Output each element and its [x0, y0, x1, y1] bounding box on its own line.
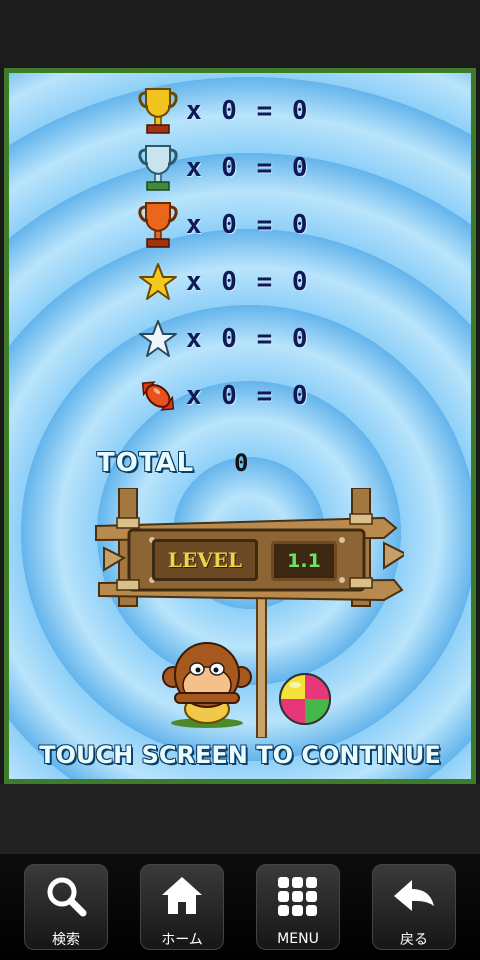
home-button-label: ホーム — [161, 932, 203, 948]
score-text: x 0 = 0 — [186, 153, 310, 183]
navigation-bar: 検索 ホーム MENU 戻る — [0, 854, 480, 960]
back-arrow-icon — [388, 871, 440, 921]
score-text: x 0 = 0 — [186, 96, 310, 126]
level-label: LEVEL — [152, 539, 258, 581]
menu-button[interactable]: MENU — [256, 864, 340, 950]
score-text: x 0 = 0 — [186, 267, 310, 297]
silver-trophy-icon — [134, 140, 182, 196]
score-row-silver-star: x 0 = 0 — [134, 311, 310, 367]
score-row-gold-star: x 0 = 0 — [134, 254, 310, 310]
grid-menu-icon — [272, 871, 324, 923]
candy-icon — [134, 368, 182, 424]
home-button[interactable]: ホーム — [140, 864, 224, 950]
gold-trophy-icon — [134, 83, 182, 139]
score-row-silver-trophy: x 0 = 0 — [134, 140, 310, 196]
back-button-label: 戻る — [400, 932, 428, 948]
monkey-character — [162, 642, 252, 728]
total-label: TOTAL — [97, 448, 195, 478]
score-row-gold-trophy: x 0 = 0 — [134, 83, 310, 139]
search-button[interactable]: 検索 — [24, 864, 108, 950]
score-row-candy: x 0 = 0 — [134, 368, 310, 424]
beach-ball-icon — [279, 673, 331, 725]
menu-button-label: MENU — [277, 931, 319, 947]
score-row-bronze-trophy: x 0 = 0 — [134, 197, 310, 253]
level-number: 1.1 — [271, 541, 337, 581]
game-screen[interactable]: x 0 = 0 x 0 = 0 x 0 = 0 x 0 = 0 x 0 = 0 … — [4, 68, 476, 784]
gold-star-icon — [134, 254, 182, 310]
total-value: 0 — [234, 449, 249, 477]
home-icon — [156, 871, 208, 921]
score-text: x 0 = 0 — [186, 381, 310, 411]
score-text: x 0 = 0 — [186, 324, 310, 354]
status-bar — [0, 0, 480, 68]
search-icon — [40, 871, 92, 921]
silver-star-icon — [134, 311, 182, 367]
bronze-trophy-icon — [134, 197, 182, 253]
score-text: x 0 = 0 — [186, 210, 310, 240]
back-button[interactable]: 戻る — [372, 864, 456, 950]
search-button-label: 検索 — [52, 932, 80, 948]
touch-to-continue-prompt[interactable]: TOUCH SCREEN TO CONTINUE — [9, 741, 471, 769]
